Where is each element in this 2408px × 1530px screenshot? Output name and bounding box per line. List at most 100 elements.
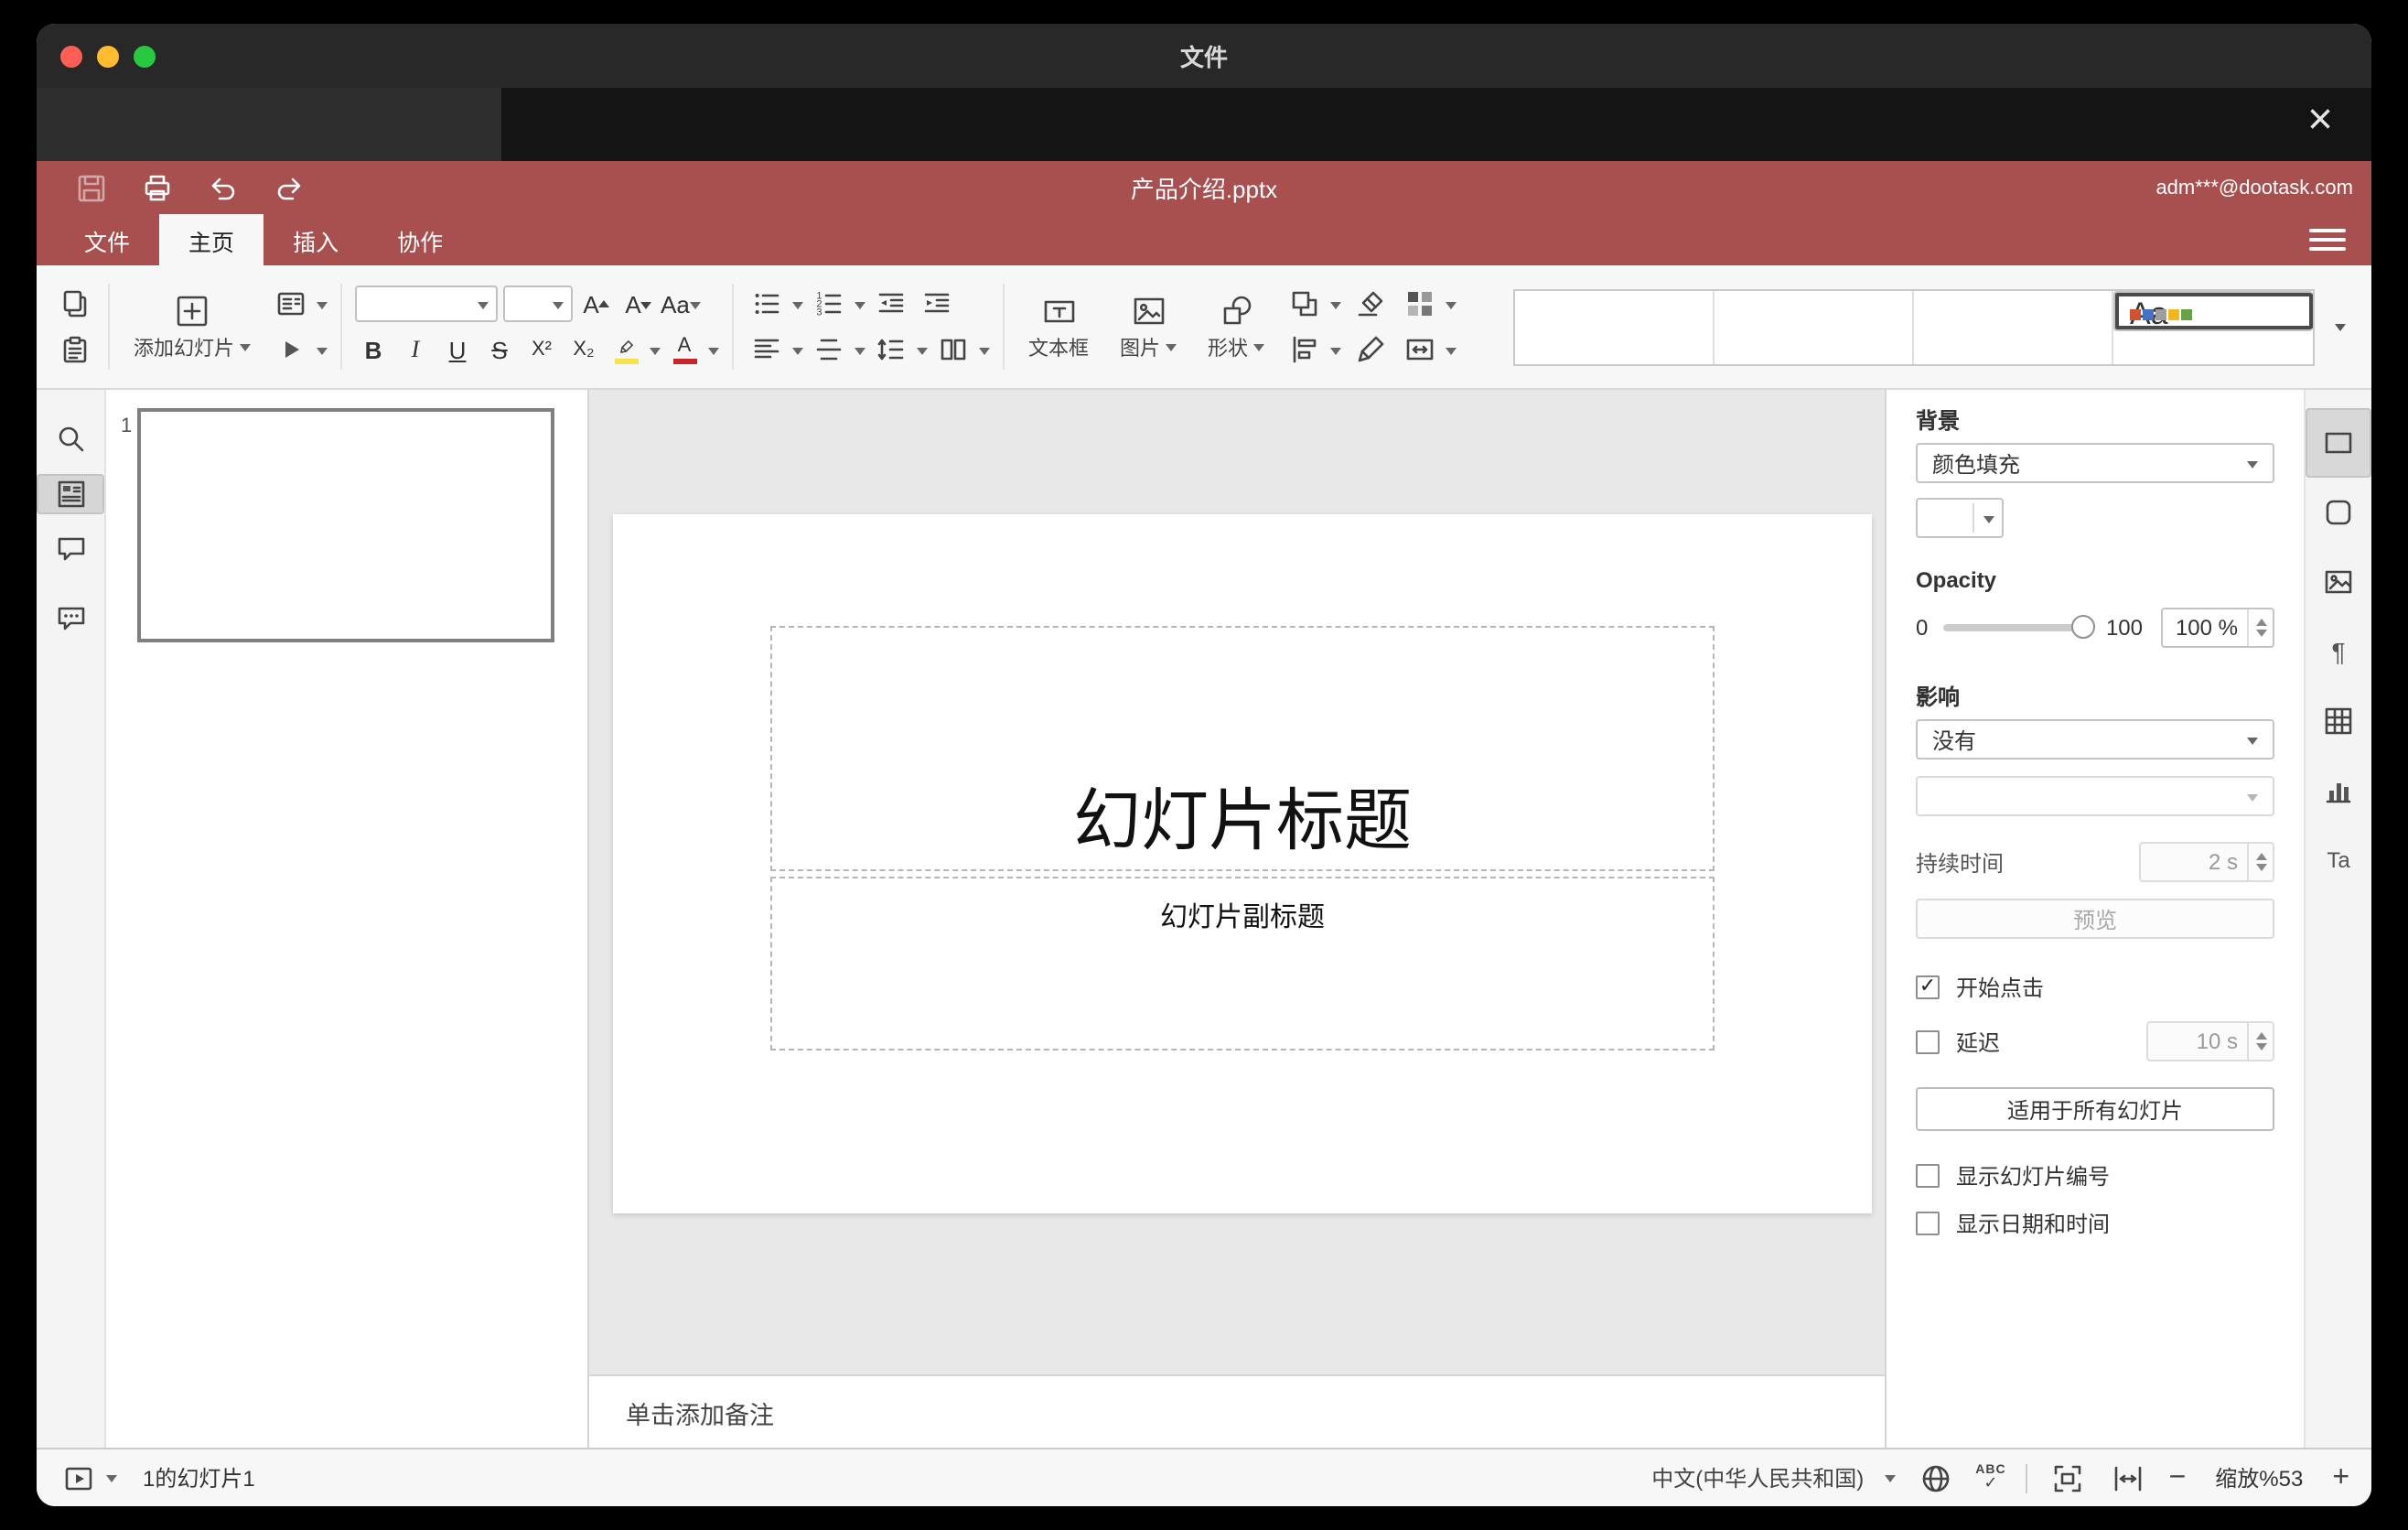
increase-indent-button[interactable]	[917, 284, 957, 324]
clear-style-button[interactable]	[1350, 284, 1391, 324]
search-button[interactable]	[37, 404, 104, 474]
theme-option-4-selected[interactable]: Aa	[2113, 290, 2313, 330]
superscript-button[interactable]: X²	[523, 329, 560, 370]
opacity-input[interactable]: 100 %	[2161, 608, 2274, 648]
highlight-color-button[interactable]	[607, 329, 661, 370]
language-label[interactable]: 中文(中华人民共和国)	[1651, 1462, 1864, 1493]
chevron-down-icon[interactable]	[1884, 1475, 1896, 1488]
background-fill-select[interactable]: 颜色填充	[1916, 443, 2274, 483]
color-scheme-button[interactable]	[1400, 284, 1440, 324]
theme-option-3[interactable]	[1914, 290, 2113, 363]
decrease-font-button[interactable]: A	[620, 284, 657, 324]
set-language-globe-icon[interactable]	[1915, 1458, 1955, 1498]
increase-font-button[interactable]: A	[578, 284, 615, 324]
insert-textbox-button[interactable]: 文本框	[1017, 269, 1100, 384]
slide-1[interactable]: 幻灯片标题 幻灯片副标题	[613, 514, 1872, 1213]
notes-area[interactable]: 单击添加备注	[589, 1374, 1885, 1448]
shape-settings-button[interactable]	[2306, 478, 2371, 547]
theme-option-1[interactable]	[1515, 290, 1715, 363]
insert-shape-button[interactable]: 形状	[1197, 269, 1275, 384]
background-color-picker[interactable]	[1916, 498, 2004, 538]
chevron-down-icon[interactable]	[106, 1475, 117, 1488]
table-settings-button[interactable]	[2306, 686, 2371, 756]
title-placeholder[interactable]: 幻灯片标题	[770, 626, 1715, 871]
start-slideshow-status-button[interactable]	[59, 1458, 99, 1498]
insert-image-button[interactable]: 图片	[1109, 269, 1188, 384]
italic-button[interactable]: I	[397, 329, 434, 370]
columns-button[interactable]	[933, 329, 973, 370]
redo-button[interactable]	[271, 169, 307, 206]
bullet-list-button[interactable]	[747, 284, 787, 324]
thumbnail-number: 1	[121, 415, 133, 437]
vertical-align-button[interactable]	[809, 329, 849, 370]
strikethrough-button[interactable]: S	[481, 329, 518, 370]
font-color-button[interactable]: A	[666, 329, 719, 370]
subtitle-placeholder[interactable]: 幻灯片副标题	[770, 877, 1715, 1051]
fit-to-width-button[interactable]	[2109, 1458, 2149, 1498]
feedback-button[interactable]	[37, 584, 104, 653]
delay-input[interactable]: 10 s	[2146, 1021, 2274, 1061]
chevron-down-icon	[689, 301, 701, 314]
theme-option-2[interactable]	[1715, 290, 1914, 363]
image-settings-button[interactable]	[2306, 547, 2371, 617]
opacity-slider[interactable]	[1942, 615, 2095, 639]
comments-panel-button[interactable]	[37, 514, 104, 584]
transition-effect-select[interactable]: 没有	[1916, 719, 2274, 760]
spin-up-icon[interactable]	[2255, 613, 2266, 626]
slides-panel-button[interactable]	[37, 474, 104, 514]
show-date-time-checkbox[interactable]	[1916, 1212, 1940, 1235]
zoom-out-button[interactable]: −	[2169, 1462, 2187, 1492]
decrease-indent-button[interactable]	[871, 284, 911, 324]
spellcheck-button[interactable]: ABC ✓	[1975, 1463, 2005, 1492]
line-spacing-button[interactable]	[871, 329, 911, 370]
chart-settings-button[interactable]	[2306, 756, 2371, 825]
spin-down-icon[interactable]	[2255, 630, 2266, 642]
theme-gallery-expand-button[interactable]	[2324, 288, 2357, 365]
print-button[interactable]	[139, 169, 176, 206]
right-icon-sidebar: ¶ Ta	[2304, 390, 2371, 1448]
slide-canvas: 幻灯片标题 幻灯片副标题	[589, 390, 1885, 1374]
opacity-slider-knob[interactable]	[2070, 615, 2095, 639]
slide-settings-button[interactable]	[2306, 408, 2371, 478]
undo-button[interactable]	[205, 169, 242, 206]
chevron-down-icon	[2247, 793, 2258, 806]
tab-collaboration[interactable]: 协作	[368, 214, 472, 265]
preview-header: ×	[37, 88, 2371, 161]
numbered-list-button[interactable]: 123	[809, 284, 849, 324]
font-size-select[interactable]	[503, 286, 573, 322]
textart-settings-button[interactable]: Ta	[2306, 825, 2371, 895]
font-name-select[interactable]	[355, 286, 498, 322]
start-on-click-checkbox[interactable]: ✓	[1916, 975, 1940, 999]
start-slideshow-button[interactable]	[271, 329, 311, 370]
duration-input[interactable]: 2 s	[2139, 842, 2274, 882]
paragraph-settings-button[interactable]: ¶	[2306, 617, 2371, 686]
save-button[interactable]	[73, 169, 110, 206]
preview-button[interactable]: 预览	[1916, 899, 2274, 939]
tab-insert[interactable]: 插入	[263, 214, 368, 265]
close-preview-button[interactable]: ×	[2295, 95, 2346, 146]
tab-file[interactable]: 文件	[55, 214, 159, 265]
slide-thumbnail-1[interactable]	[137, 408, 554, 642]
arrange-shape-button[interactable]	[1285, 284, 1325, 324]
copy-button[interactable]	[55, 284, 95, 324]
menu-icon[interactable]	[2309, 223, 2346, 256]
underline-button[interactable]: U	[439, 329, 476, 370]
tab-home[interactable]: 主页	[159, 214, 264, 265]
slide-layout-button[interactable]	[271, 284, 311, 324]
copy-style-button[interactable]	[1350, 329, 1391, 370]
change-case-button[interactable]: Aa	[661, 284, 701, 324]
slide-size-button[interactable]	[1400, 329, 1440, 370]
delay-checkbox[interactable]	[1916, 1029, 1940, 1053]
bold-button[interactable]: B	[355, 329, 392, 370]
paste-button[interactable]	[55, 329, 95, 370]
show-slide-number-checkbox[interactable]	[1916, 1164, 1940, 1188]
fit-to-slide-button[interactable]	[2048, 1458, 2089, 1498]
add-slide-button[interactable]: 添加幻灯片	[123, 269, 262, 384]
horizontal-align-button[interactable]	[747, 329, 787, 370]
clipboard-group	[55, 269, 95, 384]
zoom-in-button[interactable]: +	[2332, 1462, 2349, 1492]
transition-variant-select[interactable]	[1916, 776, 2274, 816]
apply-to-all-slides-button[interactable]: 适用于所有幻灯片	[1916, 1087, 2274, 1131]
align-shape-button[interactable]	[1285, 329, 1325, 370]
subscript-button[interactable]: X₂	[565, 329, 602, 370]
